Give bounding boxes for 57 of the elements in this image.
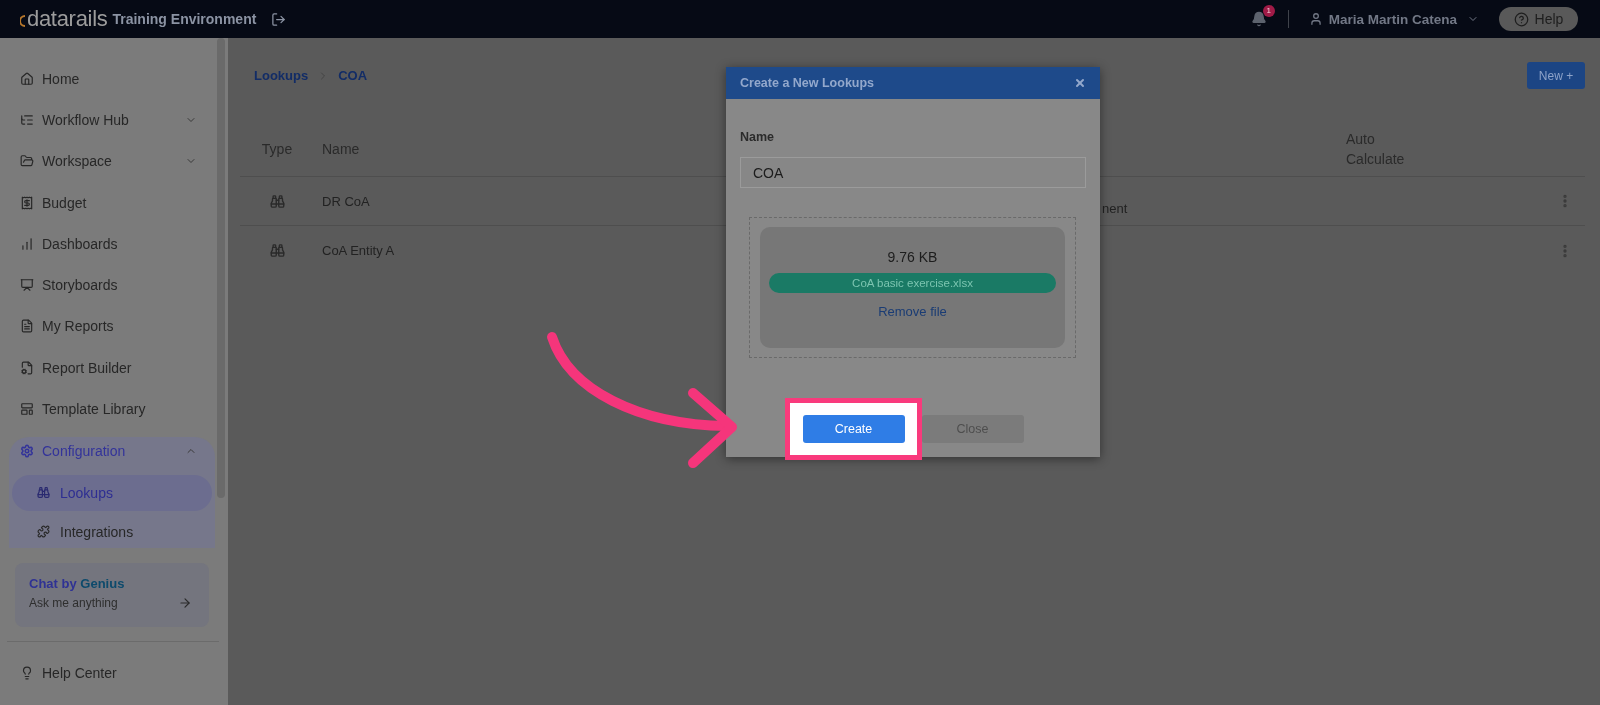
chat-title: Chat by Genius	[29, 574, 126, 593]
puzzle-icon	[37, 525, 50, 539]
table-cell: CoA Entity A	[322, 243, 395, 258]
new-button[interactable]: New +	[1527, 62, 1585, 89]
name-label: Name	[740, 129, 775, 145]
receipt-icon	[20, 195, 34, 210]
user-menu-button[interactable]: Maria Martin Catena	[1328, 11, 1479, 27]
close-icon[interactable]	[1074, 77, 1086, 89]
binoculars-icon	[269, 243, 285, 258]
sidebar-item[interactable]: Workspace	[0, 140, 217, 182]
binoculars-icon	[269, 193, 285, 209]
lightbulb-icon	[20, 666, 34, 681]
logout-icon[interactable]	[271, 11, 287, 27]
breadcrumb-link[interactable]: Lookups	[254, 68, 309, 83]
document-gear-icon	[20, 360, 34, 375]
name-input[interactable]: COA	[740, 157, 1086, 188]
user-icon	[1308, 12, 1323, 26]
submenu-item[interactable]: Integrations	[12, 515, 212, 548]
sidebar-item[interactable]: Budget	[0, 181, 217, 224]
layout-icon	[20, 402, 34, 416]
sidebar-item[interactable]: Help Center	[0, 652, 217, 694]
sidebar-item[interactable]: My Reports	[0, 305, 217, 348]
binoculars-icon	[37, 486, 50, 500]
sidebar-item[interactable]: Template Library	[0, 388, 217, 430]
sidebar-item[interactable]: Workflow Hub	[0, 99, 217, 141]
sidebar-item[interactable]: Dashboards	[0, 223, 217, 265]
sidebar-item[interactable]: Configuration	[9, 436, 215, 465]
submenu-item[interactable]: Lookups	[12, 474, 212, 511]
document-icon	[20, 319, 34, 334]
settings-icon	[20, 443, 34, 458]
help-icon	[1513, 11, 1529, 27]
house-icon	[20, 71, 34, 86]
folder-icon	[20, 154, 34, 169]
file-size: 9.76 KB	[887, 249, 938, 265]
chat-prompt: Ask me anything	[29, 595, 118, 610]
remove-file-link[interactable]: Remove file	[878, 304, 947, 320]
sidebar-item[interactable]: Report Builder	[0, 347, 217, 389]
bell-icon[interactable]	[1250, 11, 1267, 27]
table-cell: nent	[1102, 200, 1128, 216]
environment-name: Training Environment	[112, 11, 257, 27]
logo[interactable]: datarails	[27, 7, 108, 31]
file-name-tag: CoA basic exercise.xlsx	[769, 273, 1056, 293]
dialog-title: Create a New Lookups	[740, 76, 875, 90]
list-tree-icon	[20, 112, 34, 127]
notification-badge: 1	[1262, 5, 1275, 17]
scrollbar-thumb[interactable]	[217, 38, 225, 498]
presentation-icon	[20, 278, 34, 293]
breadcrumb-link[interactable]: COA	[338, 68, 368, 83]
sidebar-item[interactable]: Home	[0, 58, 217, 100]
help-button[interactable]: Help	[1499, 7, 1578, 31]
dialog-button[interactable]: Create	[802, 415, 905, 443]
sidebar-item[interactable]: Storyboards	[0, 264, 217, 306]
drop-zone[interactable]: 9.76 KB CoA basic exercise.xlsx Remove file	[749, 217, 1076, 358]
table-cell: DR CoA	[322, 193, 370, 209]
logo-mark-icon	[20, 14, 26, 27]
bar-chart-icon	[20, 236, 34, 251]
chat-card[interactable]: Chat by Genius Ask me anything	[15, 562, 209, 627]
